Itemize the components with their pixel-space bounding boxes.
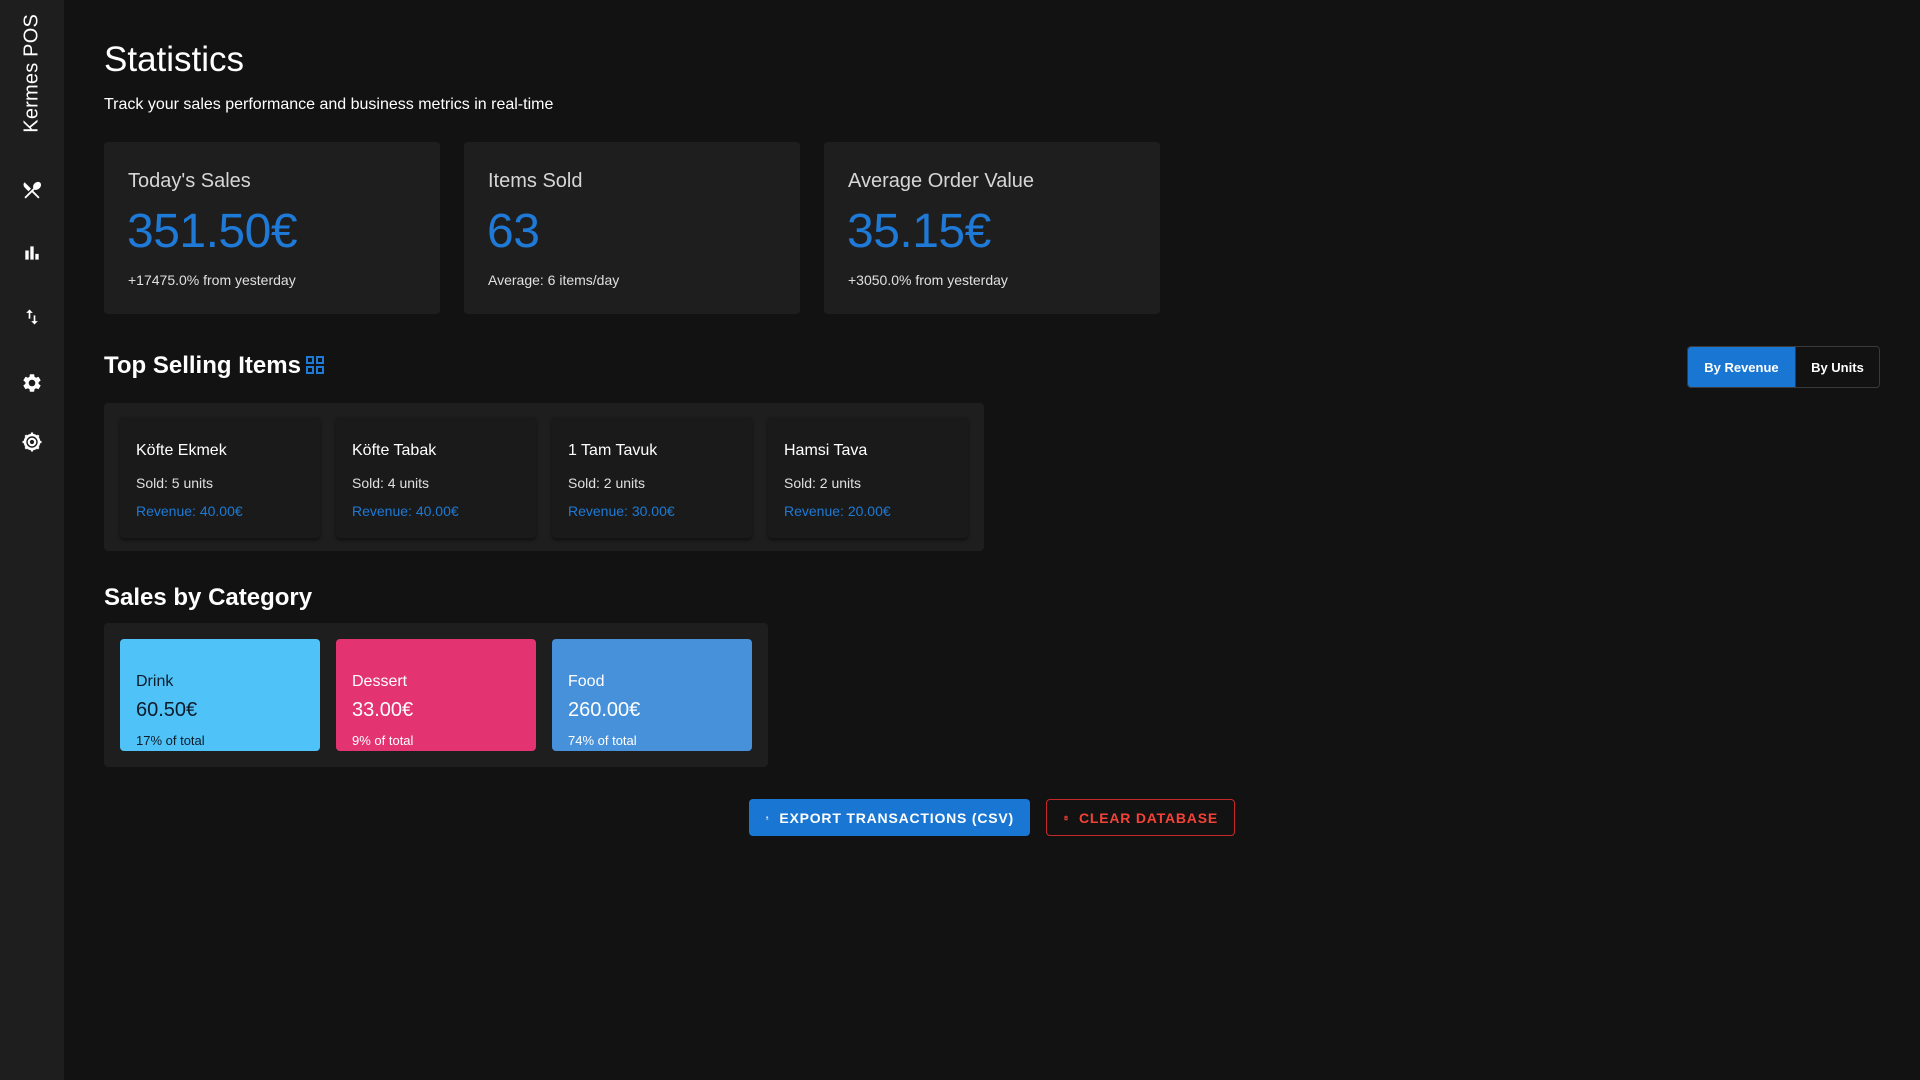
item-revenue: Revenue: 40.00€ [136, 503, 243, 519]
category-name: Food [568, 673, 605, 690]
item-name: 1 Tam Tavuk [568, 442, 658, 459]
cog-settings-icon [22, 432, 42, 452]
stat-note: +3050.0% from yesterday [848, 272, 1008, 288]
item-sold: Sold: 2 units [784, 475, 862, 491]
category-panel: Drink 60.50€ 17% of total Dessert 33.00€… [104, 623, 768, 767]
by-units-button[interactable]: By Units [1794, 347, 1879, 387]
sidebar-item-settings[interactable] [20, 371, 44, 395]
item-name: Köfte Tabak [352, 442, 437, 459]
bar-chart-icon [25, 246, 39, 260]
stat-value: 351.50€ [127, 205, 298, 258]
item-sold: Sold: 5 units [136, 475, 214, 491]
stat-value: 35.15€ [847, 205, 991, 258]
page-title: Statistics [104, 40, 245, 79]
top-items-panel: Köfte Ekmek Sold: 5 units Revenue: 40.00… [104, 403, 984, 551]
app-brand: Kermes POS [20, 14, 43, 133]
item-revenue: Revenue: 40.00€ [352, 503, 459, 519]
top-selling-title: Top Selling Items [104, 352, 301, 379]
main-content: Statistics Track your sales performance … [104, 0, 1894, 1080]
stat-card-average-order-value: Average Order Value 35.15€ +3050.0% from… [824, 142, 1160, 314]
category-card-drink: Drink 60.50€ 17% of total [120, 639, 320, 751]
sidebar: Kermes POS [0, 0, 64, 1080]
grid-view-icon[interactable] [305, 355, 325, 375]
category-value: 60.50€ [136, 699, 198, 721]
top-item-card[interactable]: Köfte Tabak Sold: 4 units Revenue: 40.00… [336, 417, 536, 538]
page-subtitle: Track your sales performance and busines… [104, 96, 554, 113]
category-percent: 74% of total [568, 733, 637, 748]
item-name: Köfte Ekmek [136, 442, 227, 459]
stat-value: 63 [487, 205, 540, 258]
item-sold: Sold: 4 units [352, 475, 430, 491]
item-sold: Sold: 2 units [568, 475, 646, 491]
stat-note: +17475.0% from yesterday [128, 272, 296, 288]
stat-label: Today's Sales [128, 170, 251, 192]
item-revenue: Revenue: 20.00€ [784, 503, 891, 519]
stat-note: Average: 6 items/day [488, 272, 620, 288]
utensils-icon [23, 181, 42, 199]
sidebar-item-menu[interactable] [20, 178, 44, 202]
download-icon [765, 815, 769, 819]
transfer-arrows-icon [26, 309, 38, 325]
stat-card-todays-sales: Today's Sales 351.50€ +17475.0% from yes… [104, 142, 440, 314]
export-transactions-button[interactable]: EXPORT TRANSACTIONS (CSV) [749, 799, 1030, 836]
category-name: Dessert [352, 673, 408, 690]
category-percent: 9% of total [352, 733, 414, 748]
top-item-card[interactable]: Hamsi Tava Sold: 2 units Revenue: 20.00€ [768, 417, 968, 538]
top-item-card[interactable]: Köfte Ekmek Sold: 5 units Revenue: 40.00… [120, 417, 320, 538]
category-percent: 17% of total [136, 733, 205, 748]
item-name: Hamsi Tava [784, 442, 868, 459]
sidebar-item-admin[interactable] [20, 430, 44, 454]
clear-database-button[interactable]: CLEAR DATABASE [1046, 799, 1235, 836]
category-name: Drink [136, 673, 174, 690]
sidebar-item-transactions[interactable] [20, 305, 44, 329]
sidebar-item-statistics[interactable] [20, 241, 44, 265]
delete-icon [1064, 815, 1068, 820]
stat-label: Average Order Value [848, 170, 1035, 192]
gear-icon [23, 374, 41, 392]
top-item-card[interactable]: 1 Tam Tavuk Sold: 2 units Revenue: 30.00… [552, 417, 752, 538]
stat-label: Items Sold [488, 170, 583, 192]
by-revenue-button[interactable]: By Revenue [1688, 347, 1795, 387]
category-card-food: Food 260.00€ 74% of total [552, 639, 752, 751]
sales-by-category-title: Sales by Category [104, 584, 313, 611]
category-value: 33.00€ [352, 699, 414, 721]
category-card-dessert: Dessert 33.00€ 9% of total [336, 639, 536, 751]
stat-card-items-sold: Items Sold 63 Average: 6 items/day [464, 142, 800, 314]
category-value: 260.00€ [568, 699, 641, 721]
item-revenue: Revenue: 30.00€ [568, 503, 675, 519]
sort-toggle-group: By Revenue By Units [1687, 346, 1880, 388]
export-button-label: EXPORT TRANSACTIONS (CSV) [779, 809, 1014, 826]
clear-button-label: CLEAR DATABASE [1078, 809, 1218, 826]
